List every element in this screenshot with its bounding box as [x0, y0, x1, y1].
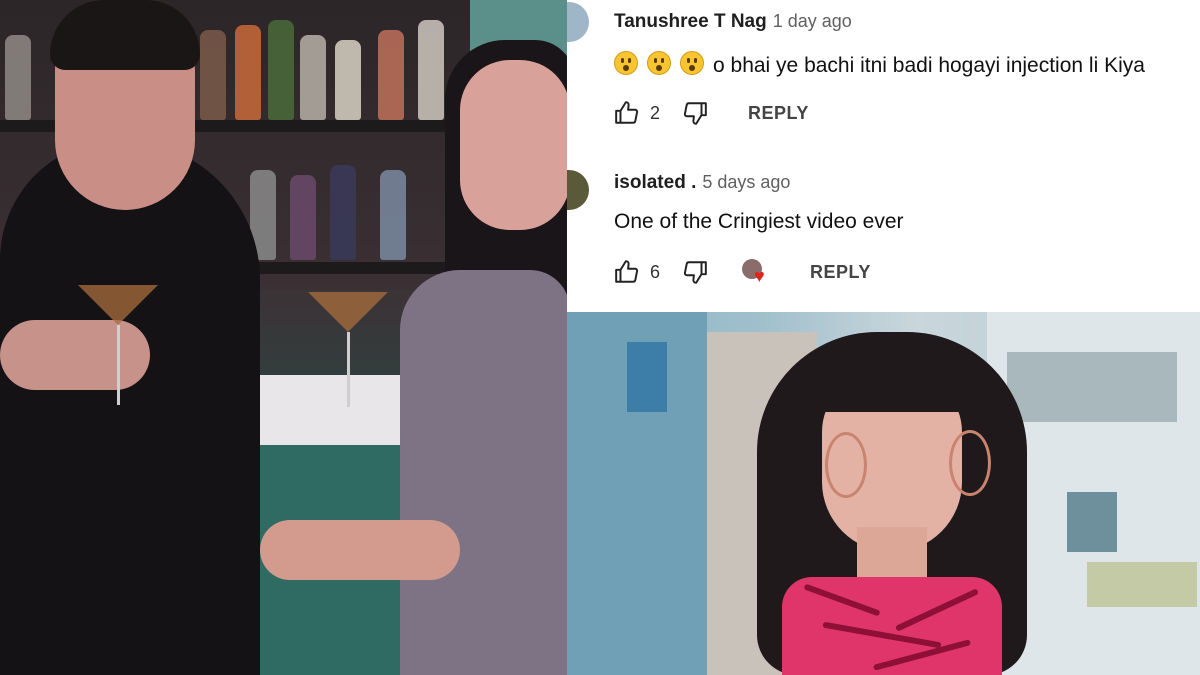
bottle — [330, 165, 356, 260]
comment-author[interactable]: Tanushree T Nag 1 day ago — [614, 11, 852, 33]
comment-item: isolated . 5 days ago One of the Cringies… — [567, 160, 1200, 312]
bottle — [300, 35, 326, 120]
like-count: 6 — [650, 261, 661, 282]
bottle — [200, 30, 226, 120]
astonished-emoji-icon — [647, 51, 671, 75]
comments-panel: Tanushree T Nag 1 day ago o bhai ye bachi… — [567, 0, 1200, 312]
comment-time: 5 days ago — [702, 172, 791, 192]
dislike-icon[interactable] — [682, 100, 708, 126]
astonished-emoji-icon — [680, 51, 704, 75]
bottle — [335, 40, 361, 120]
girl-bangs — [812, 342, 977, 412]
woman-face — [460, 60, 567, 230]
man-arm — [0, 320, 150, 390]
bottle — [290, 175, 316, 260]
author-name[interactable]: Tanushree T Nag — [614, 11, 767, 32]
portrait-photo — [567, 312, 1200, 675]
man-figure — [0, 140, 260, 675]
bottle — [380, 170, 406, 260]
comment-actions: 6 ♥ REPLY — [614, 257, 871, 287]
bottle — [418, 20, 444, 120]
man-hair — [50, 0, 200, 70]
creator-heart-icon: ♥ — [742, 259, 772, 285]
like-count: 2 — [650, 102, 661, 123]
comment-text: o bhai ye bachi itni badi hogayi injecti… — [614, 51, 1145, 78]
glass-stem — [347, 332, 350, 407]
avatar[interactable] — [567, 2, 589, 42]
reply-button[interactable]: REPLY — [748, 103, 809, 124]
comment-text: One of the Cringiest video ever — [614, 210, 904, 233]
bar-scene-photo — [0, 0, 567, 675]
blue-sign — [627, 342, 667, 412]
window — [1067, 492, 1117, 552]
hoop-earring — [949, 430, 991, 496]
bottle — [235, 25, 261, 120]
bottle — [268, 20, 294, 120]
comment-author[interactable]: isolated . 5 days ago — [614, 172, 790, 194]
avatar[interactable] — [567, 170, 589, 210]
comment-body: o bhai ye bachi itni badi hogayi injecti… — [713, 54, 1145, 77]
reply-button[interactable]: REPLY — [810, 262, 871, 283]
pink-top — [782, 577, 1002, 675]
bottle — [378, 30, 404, 120]
glass-stem — [117, 325, 120, 405]
astonished-emoji-icon — [614, 51, 638, 75]
martini-glass — [308, 292, 388, 332]
window — [1007, 352, 1177, 422]
hoop-earring — [825, 432, 867, 498]
comment-actions: 2 REPLY — [614, 98, 809, 128]
bottle — [5, 35, 31, 120]
woman-figure — [400, 270, 567, 675]
comment-item: Tanushree T Nag 1 day ago o bhai ye bachi… — [567, 0, 1200, 150]
martini-glass — [78, 285, 158, 325]
comment-time: 1 day ago — [772, 11, 852, 31]
woman-arm — [260, 520, 460, 580]
author-name[interactable]: isolated . — [614, 172, 696, 193]
like-icon[interactable] — [614, 259, 640, 285]
like-icon[interactable] — [614, 100, 640, 126]
dislike-icon[interactable] — [682, 259, 708, 285]
signboard — [1087, 562, 1197, 607]
